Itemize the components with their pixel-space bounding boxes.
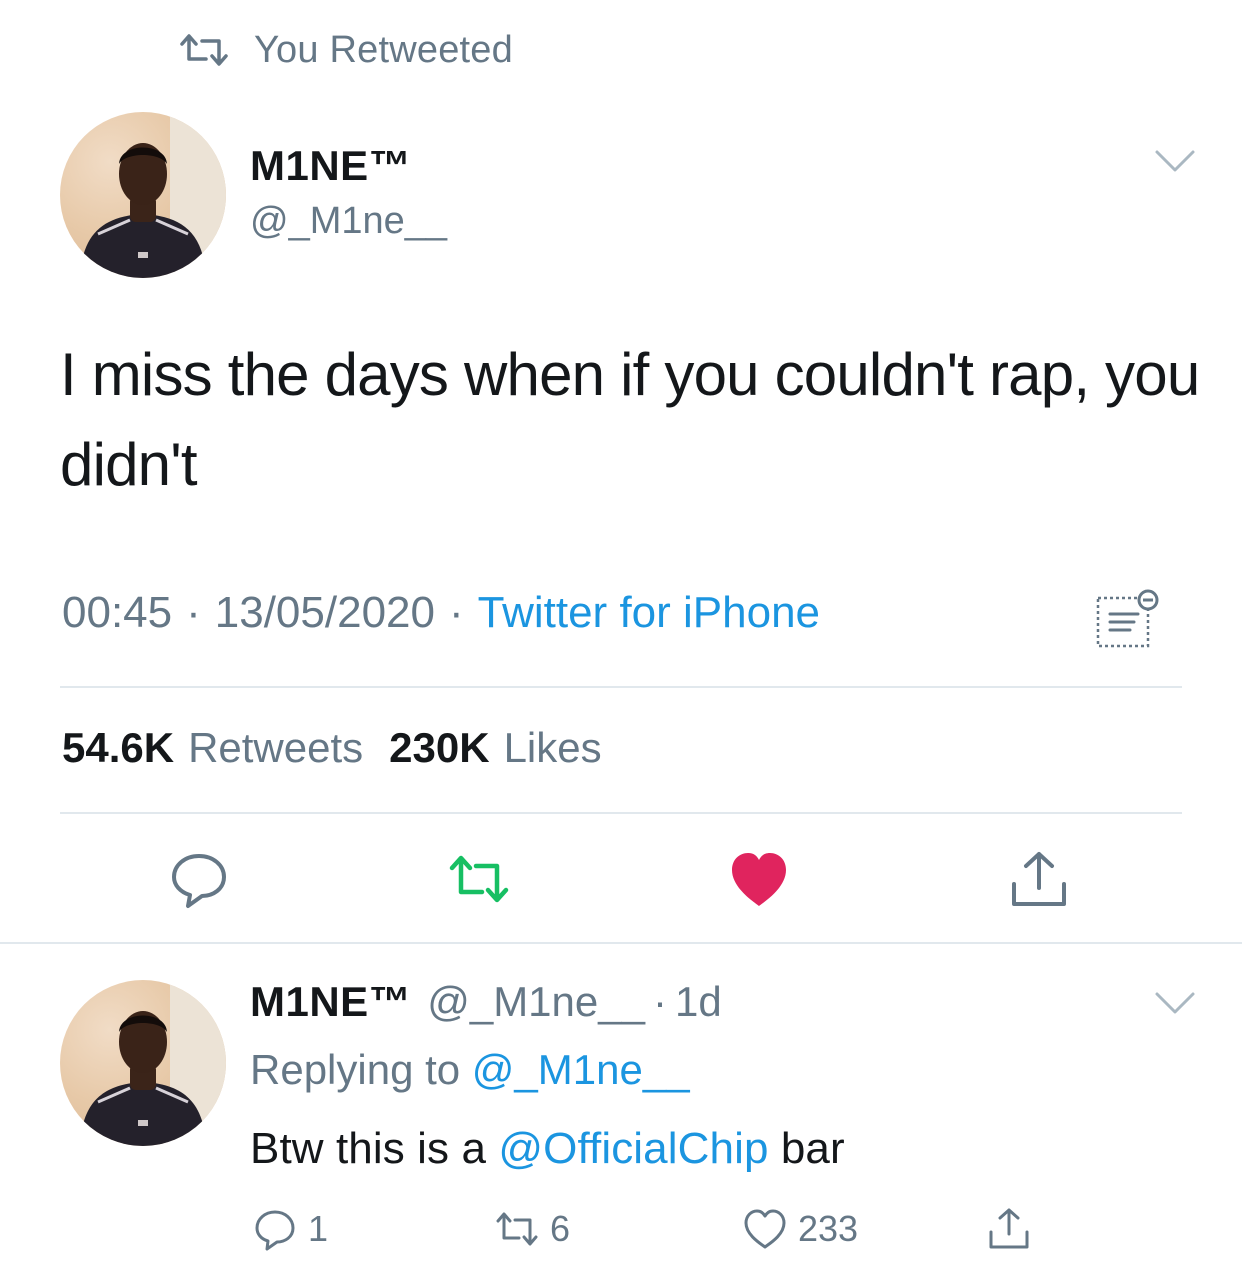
reply-share-action[interactable] [986, 1206, 1042, 1252]
replying-to: Replying to @_M1ne__ [250, 1046, 690, 1094]
tweet-date: 13/05/2020 [214, 588, 435, 637]
likes-count: 230K [389, 724, 490, 771]
meta-separator: · [186, 588, 201, 637]
retweeted-banner: You Retweeted [176, 26, 513, 74]
retweets-stat[interactable]: 54.6K Retweets [62, 724, 363, 772]
likes-label: Likes [503, 724, 602, 771]
likes-stat[interactable]: 230K Likes [389, 724, 601, 772]
reply-icon[interactable] [166, 846, 232, 912]
reply-header: M1NE™ @_M1ne__ · 1d [250, 978, 722, 1026]
retweet-icon[interactable] [446, 846, 512, 912]
avatar-image [80, 112, 226, 278]
avatar[interactable] [60, 112, 226, 278]
reply-like-action[interactable]: 233 [742, 1206, 858, 1252]
retweets-count: 54.6K [62, 724, 175, 771]
reply-retweet-action[interactable]: 6 [494, 1206, 570, 1252]
reply-separator: · [652, 978, 667, 1025]
share-icon [989, 1208, 1029, 1249]
reply-count: 1 [308, 1208, 329, 1249]
replying-to-label: Replying to [250, 1046, 461, 1093]
tweet-text: I miss the days when if you couldn't rap… [60, 341, 1200, 498]
divider [60, 812, 1182, 814]
retweet-icon [180, 34, 228, 66]
reply-text-before: Btw this is a [250, 1124, 487, 1173]
chevron-down-icon[interactable] [1154, 146, 1196, 176]
retweets-label: Retweets [188, 724, 364, 771]
meta-separator: · [448, 588, 464, 637]
heart-outline-icon [744, 1209, 786, 1249]
reply-text: Btw this is a @OfficialChip bar [250, 1124, 845, 1174]
like-icon[interactable] [726, 846, 792, 912]
divider [60, 686, 1182, 688]
retweet-icon [496, 1212, 538, 1246]
share-icon[interactable] [1006, 846, 1072, 912]
reply-retweet-count: 6 [550, 1208, 571, 1249]
author-handle[interactable]: @_M1ne__ [250, 200, 447, 243]
tweet-source-link[interactable]: Twitter for iPhone [478, 588, 820, 638]
mention-link[interactable]: @OfficialChip [498, 1124, 768, 1173]
reply-icon [255, 1210, 295, 1251]
retweeted-label: You Retweeted [254, 28, 513, 71]
avatar-image [80, 980, 226, 1146]
reply-like-count: 233 [798, 1208, 859, 1249]
tweet-stats: 54.6K Retweets 230K Likes [62, 724, 602, 772]
reply-author-handle[interactable]: @_M1ne__ [427, 978, 645, 1026]
tweet-time: 00:45 [62, 588, 173, 637]
chevron-down-icon[interactable] [1154, 988, 1196, 1018]
avatar[interactable] [60, 980, 226, 1146]
tweet-meta: 00:45 · 13/05/2020 · Twitter for iPhone [62, 588, 820, 638]
author-name[interactable]: M1NE™ [250, 142, 411, 190]
reply-author-name[interactable]: M1NE™ [250, 978, 411, 1026]
analytics-icon[interactable] [1092, 588, 1162, 650]
reply-reply-action[interactable]: 1 [252, 1206, 328, 1252]
replying-to-handle[interactable]: @_M1ne__ [472, 1046, 690, 1093]
reply-time[interactable]: 1d [675, 978, 722, 1026]
divider [0, 942, 1242, 944]
reply-text-after: bar [780, 1124, 845, 1173]
